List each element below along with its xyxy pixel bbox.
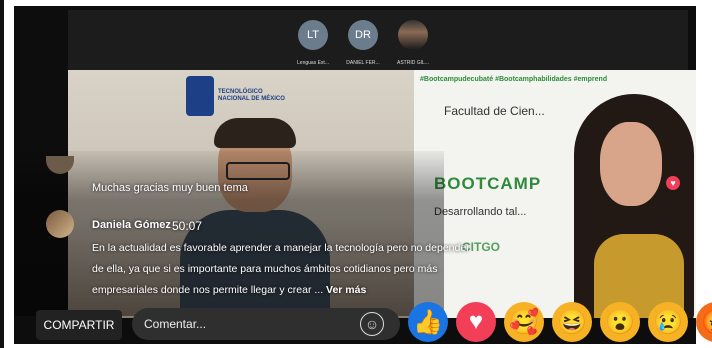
love-reaction[interactable]: ♥: [456, 302, 496, 342]
logo-mark: [186, 76, 214, 116]
comment-text: En la actualidad es favorable aprender a…: [92, 238, 482, 301]
participant-astrid[interactable]: ASTRID GIL...: [378, 20, 448, 66]
care-face-icon: 🥰: [509, 308, 539, 336]
bottom-bar: COMPARTIR Comentar... ☺ 👍 ♥ 🥰 😆 😮 😢 😡: [14, 300, 712, 344]
angry-reaction[interactable]: 😡: [696, 302, 712, 342]
share-button[interactable]: COMPARTIR: [36, 310, 122, 340]
bootcamp-title: BOOTCAMP: [434, 174, 542, 193]
surprised-face-icon: 😮: [605, 308, 635, 336]
participant-name: ASTRID GIL...: [397, 60, 429, 66]
comment-text: Muchas gracias muy buen tema: [92, 182, 248, 194]
sad-reaction[interactable]: 😢: [648, 302, 688, 342]
care-reaction[interactable]: 🥰: [504, 302, 544, 342]
slide-title: Facultad de Cien...: [444, 104, 545, 118]
avatar: LT: [298, 20, 328, 50]
live-stage: LT Lenguas Ext... DR DANIEL FER... ASTRI…: [14, 6, 696, 344]
avatar[interactable]: [46, 210, 74, 238]
comment-body: En la actualidad es favorable aprender a…: [92, 242, 470, 296]
avatar: DR: [348, 20, 378, 50]
logo-line-2: NACIONAL DE MÉXICO: [218, 96, 285, 102]
logo-text: TECNOLÓGICO NACIONAL DE MÉXICO: [218, 89, 285, 103]
participants-bar: LT Lenguas Ext... DR DANIEL FER... ASTRI…: [68, 10, 688, 72]
like-reaction[interactable]: 👍: [408, 302, 448, 342]
comment-author[interactable]: Daniela Gómez: [92, 219, 171, 231]
speaker-hair: [214, 118, 296, 148]
laughing-face-icon: 😆: [557, 308, 587, 336]
sad-face-icon: 😢: [653, 308, 683, 336]
heart-icon: ♥: [468, 308, 484, 335]
left-border: [0, 0, 4, 348]
logo-line-1: TECNOLÓGICO: [218, 89, 263, 95]
comment-time: 50:07: [172, 219, 203, 233]
angry-face-icon: 😡: [701, 308, 712, 337]
floating-heart-icon: ♥: [666, 176, 680, 190]
speaker-woman: [564, 94, 696, 318]
wow-reaction[interactable]: 😮: [600, 302, 640, 342]
slide-subtitle: Desarrollando tal...: [434, 206, 527, 218]
video-frame: LT Lenguas Ext... DR DANIEL FER... ASTRI…: [0, 0, 712, 348]
haha-reaction[interactable]: 😆: [552, 302, 592, 342]
hashtags: #Bootcampudecubaté #Bootcamphabilidades …: [420, 76, 608, 83]
thumbs-up-icon: 👍: [413, 308, 443, 336]
emoji-icon[interactable]: ☺: [360, 312, 384, 336]
speaker-face: [600, 122, 662, 206]
see-more-link[interactable]: Ver más: [326, 284, 366, 296]
tecnm-logo: TECNOLÓGICO NACIONAL DE MÉXICO: [186, 76, 285, 116]
avatar: [398, 20, 428, 50]
